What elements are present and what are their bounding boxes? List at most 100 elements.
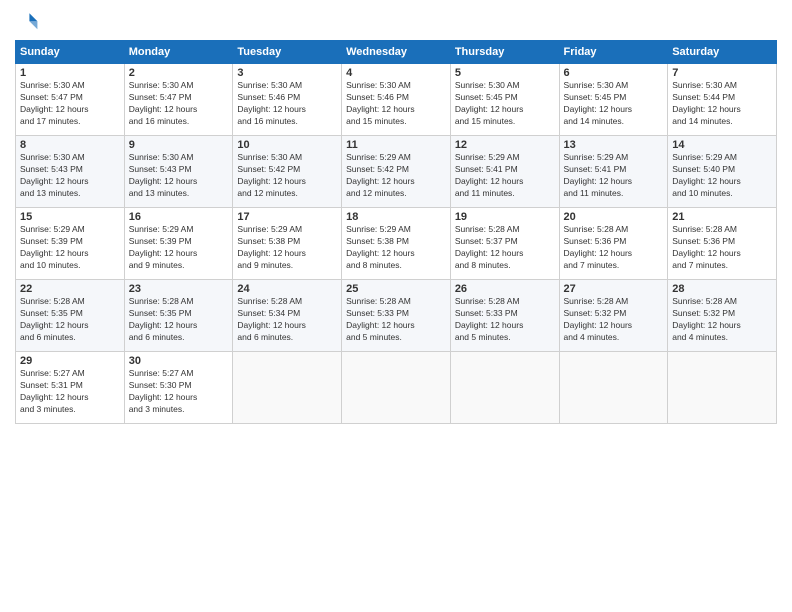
- table-cell: 23Sunrise: 5:28 AMSunset: 5:35 PMDayligh…: [124, 280, 233, 352]
- day-info: Sunrise: 5:28 AMSunset: 5:32 PMDaylight:…: [672, 296, 772, 344]
- day-info: Sunrise: 5:28 AMSunset: 5:36 PMDaylight:…: [672, 224, 772, 272]
- col-saturday: Saturday: [668, 41, 777, 64]
- day-info: Sunrise: 5:28 AMSunset: 5:32 PMDaylight:…: [564, 296, 664, 344]
- day-info: Sunrise: 5:30 AMSunset: 5:46 PMDaylight:…: [346, 80, 446, 128]
- day-number: 18: [346, 211, 446, 223]
- day-info: Sunrise: 5:28 AMSunset: 5:33 PMDaylight:…: [455, 296, 555, 344]
- day-number: 27: [564, 283, 664, 295]
- day-info: Sunrise: 5:29 AMSunset: 5:40 PMDaylight:…: [672, 152, 772, 200]
- table-cell: [233, 352, 342, 424]
- day-number: 5: [455, 67, 555, 79]
- day-number: 17: [237, 211, 337, 223]
- table-cell: 30Sunrise: 5:27 AMSunset: 5:30 PMDayligh…: [124, 352, 233, 424]
- col-sunday: Sunday: [16, 41, 125, 64]
- table-cell: 11Sunrise: 5:29 AMSunset: 5:42 PMDayligh…: [342, 136, 451, 208]
- table-cell: 16Sunrise: 5:29 AMSunset: 5:39 PMDayligh…: [124, 208, 233, 280]
- day-info: Sunrise: 5:28 AMSunset: 5:35 PMDaylight:…: [20, 296, 120, 344]
- day-number: 7: [672, 67, 772, 79]
- day-info: Sunrise: 5:29 AMSunset: 5:38 PMDaylight:…: [237, 224, 337, 272]
- table-cell: [668, 352, 777, 424]
- table-cell: [559, 352, 668, 424]
- day-info: Sunrise: 5:29 AMSunset: 5:39 PMDaylight:…: [20, 224, 120, 272]
- day-number: 11: [346, 139, 446, 151]
- table-cell: 22Sunrise: 5:28 AMSunset: 5:35 PMDayligh…: [16, 280, 125, 352]
- day-number: 15: [20, 211, 120, 223]
- day-info: Sunrise: 5:27 AMSunset: 5:31 PMDaylight:…: [20, 368, 120, 416]
- day-number: 2: [129, 67, 229, 79]
- table-cell: 17Sunrise: 5:29 AMSunset: 5:38 PMDayligh…: [233, 208, 342, 280]
- day-info: Sunrise: 5:29 AMSunset: 5:41 PMDaylight:…: [455, 152, 555, 200]
- header: [15, 10, 777, 34]
- day-info: Sunrise: 5:28 AMSunset: 5:37 PMDaylight:…: [455, 224, 555, 272]
- table-cell: 25Sunrise: 5:28 AMSunset: 5:33 PMDayligh…: [342, 280, 451, 352]
- day-number: 30: [129, 355, 229, 367]
- day-number: 8: [20, 139, 120, 151]
- day-number: 3: [237, 67, 337, 79]
- day-number: 14: [672, 139, 772, 151]
- table-cell: 28Sunrise: 5:28 AMSunset: 5:32 PMDayligh…: [668, 280, 777, 352]
- table-row: 15Sunrise: 5:29 AMSunset: 5:39 PMDayligh…: [16, 208, 777, 280]
- table-cell: 7Sunrise: 5:30 AMSunset: 5:44 PMDaylight…: [668, 64, 777, 136]
- day-info: Sunrise: 5:29 AMSunset: 5:41 PMDaylight:…: [564, 152, 664, 200]
- table-cell: 4Sunrise: 5:30 AMSunset: 5:46 PMDaylight…: [342, 64, 451, 136]
- table-cell: 6Sunrise: 5:30 AMSunset: 5:45 PMDaylight…: [559, 64, 668, 136]
- table-row: 8Sunrise: 5:30 AMSunset: 5:43 PMDaylight…: [16, 136, 777, 208]
- col-thursday: Thursday: [450, 41, 559, 64]
- day-number: 16: [129, 211, 229, 223]
- table-cell: 2Sunrise: 5:30 AMSunset: 5:47 PMDaylight…: [124, 64, 233, 136]
- day-number: 28: [672, 283, 772, 295]
- table-cell: 14Sunrise: 5:29 AMSunset: 5:40 PMDayligh…: [668, 136, 777, 208]
- table-cell: 20Sunrise: 5:28 AMSunset: 5:36 PMDayligh…: [559, 208, 668, 280]
- day-info: Sunrise: 5:30 AMSunset: 5:43 PMDaylight:…: [20, 152, 120, 200]
- day-number: 21: [672, 211, 772, 223]
- table-cell: 27Sunrise: 5:28 AMSunset: 5:32 PMDayligh…: [559, 280, 668, 352]
- day-number: 26: [455, 283, 555, 295]
- col-tuesday: Tuesday: [233, 41, 342, 64]
- day-number: 4: [346, 67, 446, 79]
- day-number: 22: [20, 283, 120, 295]
- day-number: 29: [20, 355, 120, 367]
- day-info: Sunrise: 5:28 AMSunset: 5:33 PMDaylight:…: [346, 296, 446, 344]
- day-number: 24: [237, 283, 337, 295]
- table-cell: 15Sunrise: 5:29 AMSunset: 5:39 PMDayligh…: [16, 208, 125, 280]
- day-info: Sunrise: 5:30 AMSunset: 5:47 PMDaylight:…: [129, 80, 229, 128]
- table-cell: 18Sunrise: 5:29 AMSunset: 5:38 PMDayligh…: [342, 208, 451, 280]
- day-number: 20: [564, 211, 664, 223]
- day-info: Sunrise: 5:30 AMSunset: 5:45 PMDaylight:…: [455, 80, 555, 128]
- table-cell: 29Sunrise: 5:27 AMSunset: 5:31 PMDayligh…: [16, 352, 125, 424]
- day-info: Sunrise: 5:30 AMSunset: 5:47 PMDaylight:…: [20, 80, 120, 128]
- table-cell: 1Sunrise: 5:30 AMSunset: 5:47 PMDaylight…: [16, 64, 125, 136]
- day-info: Sunrise: 5:29 AMSunset: 5:42 PMDaylight:…: [346, 152, 446, 200]
- table-cell: 9Sunrise: 5:30 AMSunset: 5:43 PMDaylight…: [124, 136, 233, 208]
- table-cell: 12Sunrise: 5:29 AMSunset: 5:41 PMDayligh…: [450, 136, 559, 208]
- day-info: Sunrise: 5:30 AMSunset: 5:43 PMDaylight:…: [129, 152, 229, 200]
- table-row: 29Sunrise: 5:27 AMSunset: 5:31 PMDayligh…: [16, 352, 777, 424]
- logo-icon: [15, 10, 39, 34]
- header-row: Sunday Monday Tuesday Wednesday Thursday…: [16, 41, 777, 64]
- day-number: 12: [455, 139, 555, 151]
- day-info: Sunrise: 5:27 AMSunset: 5:30 PMDaylight:…: [129, 368, 229, 416]
- table-cell: 21Sunrise: 5:28 AMSunset: 5:36 PMDayligh…: [668, 208, 777, 280]
- day-info: Sunrise: 5:28 AMSunset: 5:34 PMDaylight:…: [237, 296, 337, 344]
- table-cell: 8Sunrise: 5:30 AMSunset: 5:43 PMDaylight…: [16, 136, 125, 208]
- table-cell: 10Sunrise: 5:30 AMSunset: 5:42 PMDayligh…: [233, 136, 342, 208]
- table-row: 1Sunrise: 5:30 AMSunset: 5:47 PMDaylight…: [16, 64, 777, 136]
- day-number: 6: [564, 67, 664, 79]
- day-info: Sunrise: 5:30 AMSunset: 5:46 PMDaylight:…: [237, 80, 337, 128]
- day-info: Sunrise: 5:29 AMSunset: 5:39 PMDaylight:…: [129, 224, 229, 272]
- day-info: Sunrise: 5:28 AMSunset: 5:35 PMDaylight:…: [129, 296, 229, 344]
- table-cell: 5Sunrise: 5:30 AMSunset: 5:45 PMDaylight…: [450, 64, 559, 136]
- table-cell: [342, 352, 451, 424]
- day-number: 23: [129, 283, 229, 295]
- calendar-table: Sunday Monday Tuesday Wednesday Thursday…: [15, 40, 777, 424]
- day-number: 25: [346, 283, 446, 295]
- col-monday: Monday: [124, 41, 233, 64]
- day-info: Sunrise: 5:30 AMSunset: 5:44 PMDaylight:…: [672, 80, 772, 128]
- col-friday: Friday: [559, 41, 668, 64]
- table-row: 22Sunrise: 5:28 AMSunset: 5:35 PMDayligh…: [16, 280, 777, 352]
- col-wednesday: Wednesday: [342, 41, 451, 64]
- day-info: Sunrise: 5:28 AMSunset: 5:36 PMDaylight:…: [564, 224, 664, 272]
- day-number: 9: [129, 139, 229, 151]
- day-info: Sunrise: 5:30 AMSunset: 5:45 PMDaylight:…: [564, 80, 664, 128]
- table-cell: 3Sunrise: 5:30 AMSunset: 5:46 PMDaylight…: [233, 64, 342, 136]
